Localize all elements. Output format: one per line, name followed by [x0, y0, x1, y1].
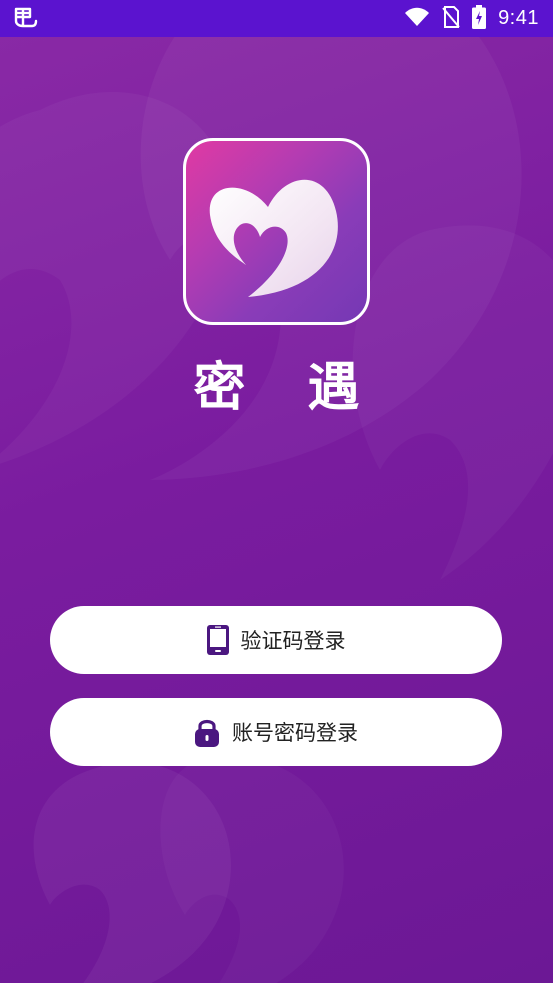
no-sim-icon [442, 5, 460, 32]
battery-charging-icon [472, 4, 487, 33]
sms-login-label: 验证码登录 [240, 629, 346, 653]
phone-icon [206, 625, 229, 655]
status-bar: 9:41 [0, 0, 553, 37]
sms-login-button[interactable]: 验证码登录 [50, 606, 502, 674]
password-login-button[interactable]: 账号密码登录 [50, 698, 502, 766]
password-login-label: 账号密码登录 [232, 721, 358, 745]
bug-icon [12, 5, 40, 33]
lock-icon [194, 717, 220, 747]
heart-logo-icon [209, 179, 338, 297]
app-logo [183, 138, 370, 325]
wifi-icon [404, 7, 430, 31]
app-name: 密 遇 [193, 358, 382, 418]
status-time: 9:41 [498, 7, 539, 29]
